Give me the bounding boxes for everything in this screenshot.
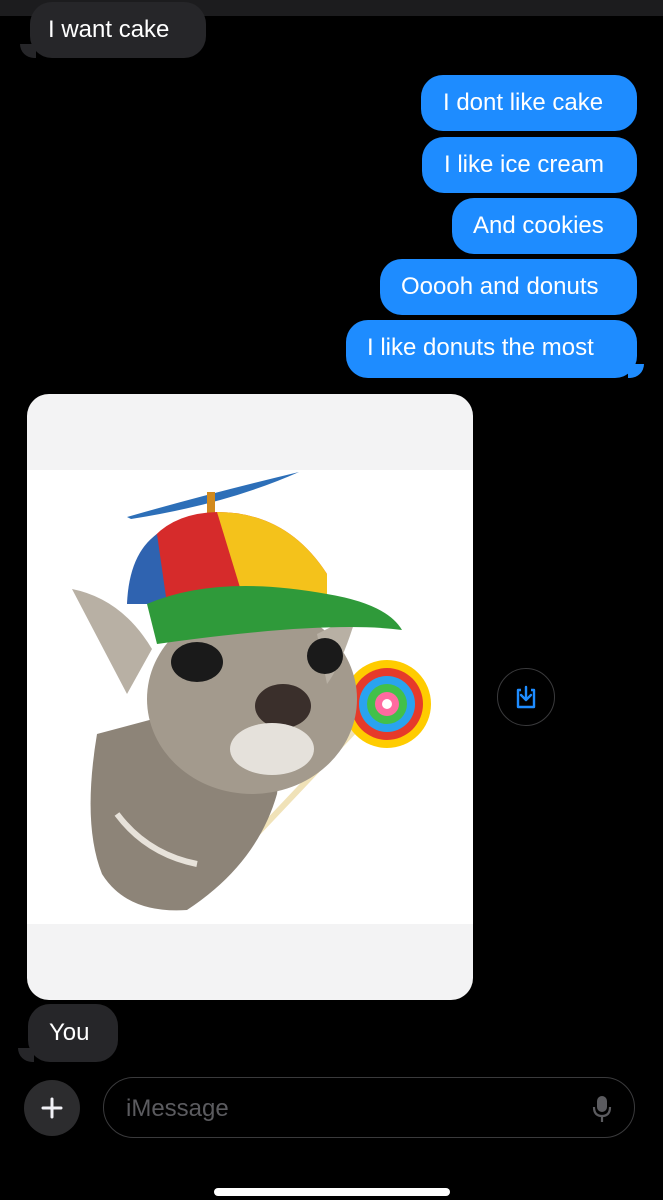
- bubble-tail: [18, 1048, 34, 1062]
- cat-with-propeller-cap-and-lollipop-image: [72, 472, 431, 911]
- incoming-message[interactable]: I want cake: [30, 2, 206, 58]
- message-input-placeholder: iMessage: [126, 1095, 229, 1122]
- message-text: Ooooh and donuts: [401, 273, 599, 300]
- plus-icon: [41, 1097, 63, 1119]
- outgoing-message[interactable]: I dont like cake: [421, 75, 637, 131]
- message-text: I like ice cream: [444, 151, 605, 178]
- message-text: I dont like cake: [443, 89, 604, 116]
- image-message[interactable]: [27, 394, 473, 1000]
- add-attachment-button[interactable]: [24, 1080, 80, 1136]
- bubble-tail: [628, 364, 644, 378]
- message-input[interactable]: iMessage: [103, 1077, 635, 1138]
- outgoing-message[interactable]: And cookies: [452, 198, 637, 254]
- outgoing-message[interactable]: I like ice cream: [422, 137, 637, 193]
- home-indicator[interactable]: [214, 1188, 450, 1196]
- bubble-tail: [20, 44, 36, 58]
- incoming-message[interactable]: You: [28, 1004, 118, 1062]
- message-text: You: [49, 1019, 90, 1046]
- message-text: And cookies: [473, 212, 604, 239]
- message-text: I want cake: [48, 16, 170, 43]
- outgoing-message[interactable]: Ooooh and donuts: [380, 259, 637, 315]
- microphone-icon[interactable]: [592, 1094, 612, 1124]
- message-text: I like donuts the most: [367, 334, 594, 361]
- save-to-photos-button[interactable]: [497, 668, 555, 726]
- save-to-photos-icon: [516, 685, 536, 709]
- outgoing-message[interactable]: I like donuts the most: [346, 320, 637, 378]
